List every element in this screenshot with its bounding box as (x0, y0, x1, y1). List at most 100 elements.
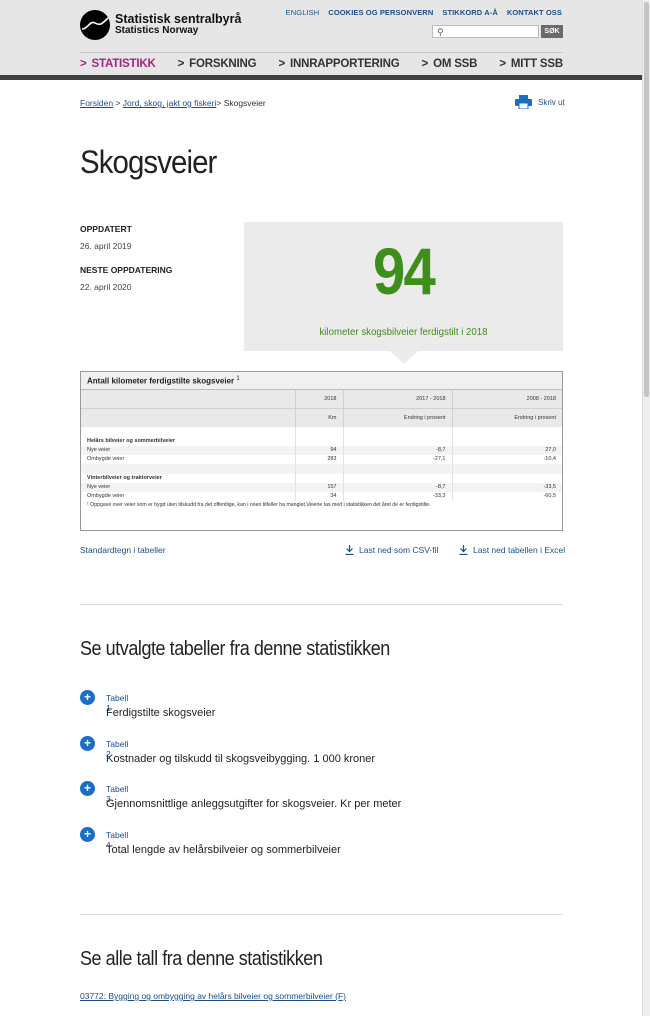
divider (80, 914, 563, 915)
all-figures-heading: Se alle tall fra denne statistikken (80, 948, 323, 970)
breadcrumb-parent[interactable]: Jord, skog, jakt og fiskeri (123, 98, 217, 108)
next-update-label: NESTE OPPDATERING (80, 265, 173, 275)
table-group-row: Helårs bilveier og sommerbilveier (81, 437, 562, 446)
cell: 157 (294, 483, 343, 492)
cell: -10,4 (451, 455, 562, 464)
page-title: Skogsveier (80, 144, 217, 180)
top-links: ENGLISH COOKIES OG PERSONVERN STIKKORD A… (286, 8, 562, 17)
nav-om-ssb[interactable]: > OM SSB (422, 58, 478, 70)
standard-signs-link[interactable]: Standardtegn i tabeller (80, 545, 166, 555)
update-info: OPPDATERT 26. april 2019 NESTE OPPDATERI… (80, 224, 172, 306)
cell: 34 (294, 492, 343, 501)
table-row: Nye veier 94 -8,7 27,0 (81, 446, 562, 455)
logo-line1: Statistisk sentralbyrå (115, 12, 242, 26)
col-unit: Endring i prosent (342, 408, 452, 427)
link-english[interactable]: ENGLISH (286, 8, 320, 17)
col-header: 2018 (294, 390, 343, 409)
printer-icon (515, 95, 532, 109)
nav-label: STATISTIKK (91, 57, 156, 70)
breadcrumb-current: Skogsveier (223, 98, 266, 108)
key-figure-value: 94 (372, 234, 436, 308)
table-corner (81, 390, 295, 409)
table-row: Nye veier 157 -8,7 -33,5 (81, 483, 562, 492)
expand-plus-icon[interactable]: + (80, 781, 95, 796)
chevron-right-icon: > (278, 57, 285, 70)
breadcrumb: Forsiden > Jord, skog, jakt og fiskeri> … (80, 98, 266, 108)
download-icon (345, 545, 354, 555)
nav-forskning[interactable]: > FORSKNING (178, 58, 257, 70)
table-caption-text: Antall kilometer ferdigstilte skogsveier (87, 376, 235, 386)
nav-innrapportering[interactable]: > INNRAPPORTERING (278, 58, 399, 70)
selected-tables-heading: Se utvalgte tabeller fra denne statistik… (80, 638, 390, 660)
table-name: Kostnader og tilskudd til skogsveibyggin… (106, 752, 376, 765)
breadcrumb-home[interactable]: Forsiden (80, 98, 113, 108)
group-label: Vinterbilveier og traktorveier (87, 475, 162, 481)
chevron-right-icon: > (177, 57, 185, 70)
nav-label: FORSKNING (189, 57, 257, 70)
row-label: Ombygde veier (87, 493, 125, 499)
cell: -33,3 (342, 492, 452, 501)
chevron-right-icon: > (421, 57, 429, 70)
table-row: Ombygde veier 283 -27,1 -10,4 (81, 455, 562, 464)
download-csv-link[interactable]: Last ned som CSV-fil (345, 545, 438, 555)
scrollbar[interactable] (642, 0, 650, 1016)
nav-mitt-ssb[interactable]: > MITT SSB (499, 58, 563, 70)
search-button[interactable]: SØK (541, 25, 563, 38)
table-name: Gjennomsnittlige anleggsutgifter for sko… (106, 798, 402, 810)
expand-plus-icon[interactable]: + (80, 690, 95, 705)
chevron-right-icon: > (499, 57, 506, 70)
group-label: Helårs bilveier og sommerbilveier (87, 438, 176, 444)
search-icon: ⚲ (437, 27, 444, 37)
next-update-value: 22. april 2020 (80, 282, 132, 292)
row-label: Ombygde veier (87, 456, 125, 462)
download-excel-link[interactable]: Last ned tabellen i Excel (459, 545, 565, 555)
table-group-row: Vinterbilveier og traktorveier (81, 474, 562, 483)
cell: 283 (294, 455, 343, 464)
download-icon (459, 545, 468, 555)
print-button[interactable]: Skriv ut (515, 95, 565, 109)
divider (80, 604, 563, 605)
expand-plus-icon[interactable]: + (80, 735, 95, 751)
link-kontakt[interactable]: KONTAKT OSS (507, 8, 562, 17)
site-header: Statistisk sentralbyrå Statistics Norway… (0, 0, 642, 80)
cell: -33,5 (451, 483, 562, 492)
table-caption-note: 1 (236, 376, 240, 382)
nav-label: MITT SSB (510, 57, 563, 70)
link-stikkord[interactable]: STIKKORD A-Å (442, 8, 498, 17)
statbank-table-link[interactable]: 03772: Bygging og ombygging av helårs bi… (80, 991, 346, 1001)
row-label: Nye veier (81, 483, 295, 492)
cell: -27,1 (342, 455, 452, 464)
table-footnote: ¹ Oppgave over veier som er bygd uten ti… (87, 502, 431, 508)
table-row: Ombygde veier 34 -33,3 -60,5 (81, 492, 562, 501)
col-unit: Endring i prosent (451, 408, 562, 427)
col-unit: Km (294, 408, 343, 427)
search-input[interactable]: ⚲ (432, 25, 539, 38)
table-name: Ferdigstilte skogsveier (106, 707, 216, 719)
chevron-right-icon: > (80, 57, 87, 70)
breadcrumb-sep: > (115, 98, 121, 108)
expand-plus-icon[interactable]: + (80, 826, 95, 842)
key-figure-description: kilometer skogsbilveier ferdigstilt i 20… (319, 326, 488, 338)
table-corner (81, 408, 295, 427)
nav-label: INNRAPPORTERING (290, 57, 400, 70)
cell: 27,0 (451, 446, 562, 455)
key-figure-box: 94 kilometer skogsbilveier ferdigstilt i… (244, 222, 563, 351)
ssb-logo[interactable]: Statistisk sentralbyrå Statistics Norway (80, 10, 241, 40)
key-figure-pointer (390, 351, 418, 364)
updated-label: OPPDATERT (80, 224, 132, 234)
nav-statistikk[interactable]: > STATISTIKK (80, 58, 156, 70)
table-name: Total lengde av helårsbilveier og sommer… (106, 843, 341, 856)
updated-value: 26. april 2019 (80, 241, 132, 251)
cell: -60,5 (451, 492, 562, 501)
nav-label: OM SSB (433, 57, 478, 70)
cell: -8,7 (342, 483, 452, 492)
link-cookies[interactable]: COOKIES OG PERSONVERN (328, 8, 433, 17)
download-csv-label: Last ned som CSV-fil (359, 545, 439, 555)
row-label: Nye veier (81, 446, 295, 455)
breadcrumb-sep: > (216, 98, 222, 108)
col-header: 2008 - 2018 (451, 390, 562, 409)
scrollbar-thumb[interactable] (644, 2, 649, 397)
col-header: 2017 - 2018 (342, 390, 452, 409)
main-nav: > STATISTIKK > FORSKNING > INNRAPPORTERING … (80, 52, 563, 74)
data-table: Antall kilometer ferdigstilte skogsveier… (80, 371, 563, 531)
